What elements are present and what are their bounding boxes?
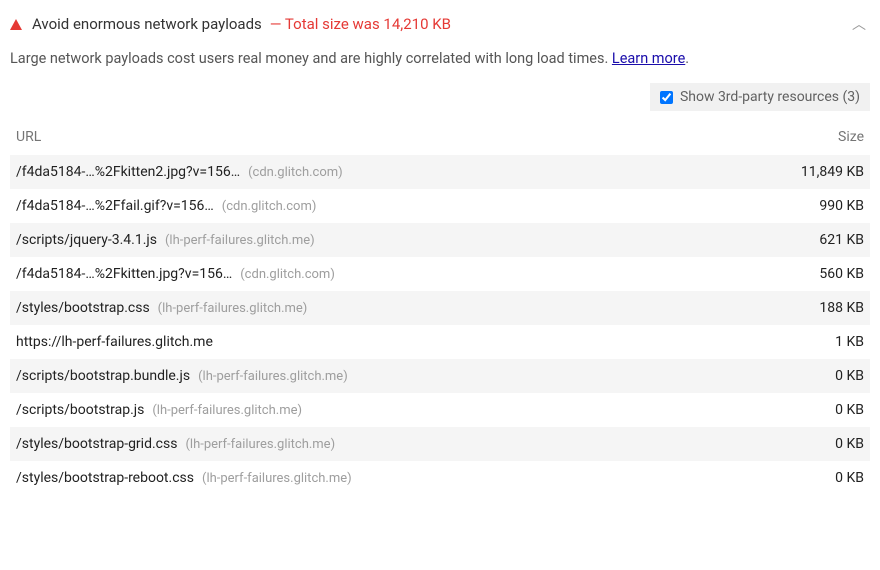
url-path[interactable]: /f4da5184-…%2Fkitten.jpg?v=156…	[16, 266, 232, 282]
size-cell: 188 KB	[807, 300, 864, 316]
url-host: (cdn.glitch.com)	[240, 267, 335, 282]
size-cell: 1 KB	[823, 334, 864, 350]
audit-title: Avoid enormous network payloads	[32, 15, 262, 33]
audit-header[interactable]: Avoid enormous network payloads — Total …	[10, 8, 870, 46]
table-row: /styles/bootstrap.css (lh-perf-failures.g…	[10, 291, 870, 325]
column-size: Size	[838, 129, 864, 145]
size-cell: 0 KB	[823, 368, 864, 384]
size-cell: 0 KB	[823, 436, 864, 452]
third-party-label: Show 3rd-party resources (3)	[680, 89, 860, 105]
chevron-up-icon: ︿	[852, 14, 870, 34]
url-cell: /styles/bootstrap.css (lh-perf-failures.g…	[16, 300, 307, 316]
url-path[interactable]: /styles/bootstrap-reboot.css	[16, 470, 194, 486]
size-cell: 0 KB	[823, 402, 864, 418]
third-party-toggle[interactable]: Show 3rd-party resources (3)	[650, 83, 870, 111]
url-cell: /f4da5184-…%2Fkitten.jpg?v=156… (cdn.glit…	[16, 266, 335, 282]
url-host: (lh-perf-failures.glitch.me)	[165, 233, 315, 248]
url-cell: /f4da5184-…%2Fkitten2.jpg?v=156… (cdn.gli…	[16, 164, 343, 180]
table-header: URL Size	[10, 121, 870, 155]
audit-description: Large network payloads cost users real m…	[10, 46, 870, 83]
url-cell: /scripts/bootstrap.bundle.js (lh-perf-fai…	[16, 368, 348, 384]
table-body: /f4da5184-…%2Fkitten2.jpg?v=156… (cdn.gli…	[10, 155, 870, 495]
url-host: (lh-perf-failures.glitch.me)	[158, 301, 308, 316]
third-party-checkbox[interactable]	[660, 91, 673, 104]
table-row: /f4da5184-…%2Ffail.gif?v=156… (cdn.glitch…	[10, 189, 870, 223]
size-cell: 11,849 KB	[789, 164, 864, 180]
table-row: https://lh-perf-failures.glitch.me 1 KB	[10, 325, 870, 359]
size-cell: 560 KB	[807, 266, 864, 282]
url-cell: /scripts/bootstrap.js (lh-perf-failures.g…	[16, 402, 302, 418]
column-url: URL	[16, 129, 41, 145]
url-host: (lh-perf-failures.glitch.me)	[152, 403, 302, 418]
url-cell: /styles/bootstrap-reboot.css (lh-perf-fai…	[16, 470, 352, 486]
url-host: (lh-perf-failures.glitch.me)	[202, 471, 352, 486]
url-cell: /scripts/jquery-3.4.1.js (lh-perf-failure…	[16, 232, 315, 248]
fail-triangle-icon	[10, 19, 22, 30]
url-path[interactable]: /scripts/jquery-3.4.1.js	[16, 232, 157, 248]
url-host: (cdn.glitch.com)	[222, 199, 317, 214]
table-row: /scripts/bootstrap.js (lh-perf-failures.g…	[10, 393, 870, 427]
table-row: /scripts/bootstrap.bundle.js (lh-perf-fai…	[10, 359, 870, 393]
learn-more-link[interactable]: Learn more	[612, 50, 685, 67]
url-path[interactable]: /scripts/bootstrap.bundle.js	[16, 368, 190, 384]
controls-row: Show 3rd-party resources (3)	[10, 83, 870, 121]
size-cell: 990 KB	[807, 198, 864, 214]
url-cell: https://lh-perf-failures.glitch.me	[16, 334, 213, 350]
table-row: /styles/bootstrap-reboot.css (lh-perf-fai…	[10, 461, 870, 495]
url-path[interactable]: /scripts/bootstrap.js	[16, 402, 144, 418]
table-row: /f4da5184-…%2Fkitten2.jpg?v=156… (cdn.gli…	[10, 155, 870, 189]
url-cell: /styles/bootstrap-grid.css (lh-perf-failu…	[16, 436, 335, 452]
url-path[interactable]: /styles/bootstrap.css	[16, 300, 150, 316]
url-host: (lh-perf-failures.glitch.me)	[198, 369, 348, 384]
table-row: /styles/bootstrap-grid.css (lh-perf-failu…	[10, 427, 870, 461]
audit-subtitle: — Total size was 14,210 KB	[270, 15, 451, 33]
size-cell: 0 KB	[823, 470, 864, 486]
url-path[interactable]: https://lh-perf-failures.glitch.me	[16, 334, 213, 350]
description-text: Large network payloads cost users real m…	[10, 50, 612, 67]
url-host: (lh-perf-failures.glitch.me)	[185, 437, 335, 452]
url-path[interactable]: /f4da5184-…%2Ffail.gif?v=156…	[16, 198, 214, 214]
url-path[interactable]: /styles/bootstrap-grid.css	[16, 436, 177, 452]
size-cell: 621 KB	[807, 232, 864, 248]
url-path[interactable]: /f4da5184-…%2Fkitten2.jpg?v=156…	[16, 164, 240, 180]
url-cell: /f4da5184-…%2Ffail.gif?v=156… (cdn.glitch…	[16, 198, 316, 214]
table-row: /f4da5184-…%2Fkitten.jpg?v=156… (cdn.glit…	[10, 257, 870, 291]
url-host: (cdn.glitch.com)	[248, 165, 343, 180]
table-row: /scripts/jquery-3.4.1.js (lh-perf-failure…	[10, 223, 870, 257]
